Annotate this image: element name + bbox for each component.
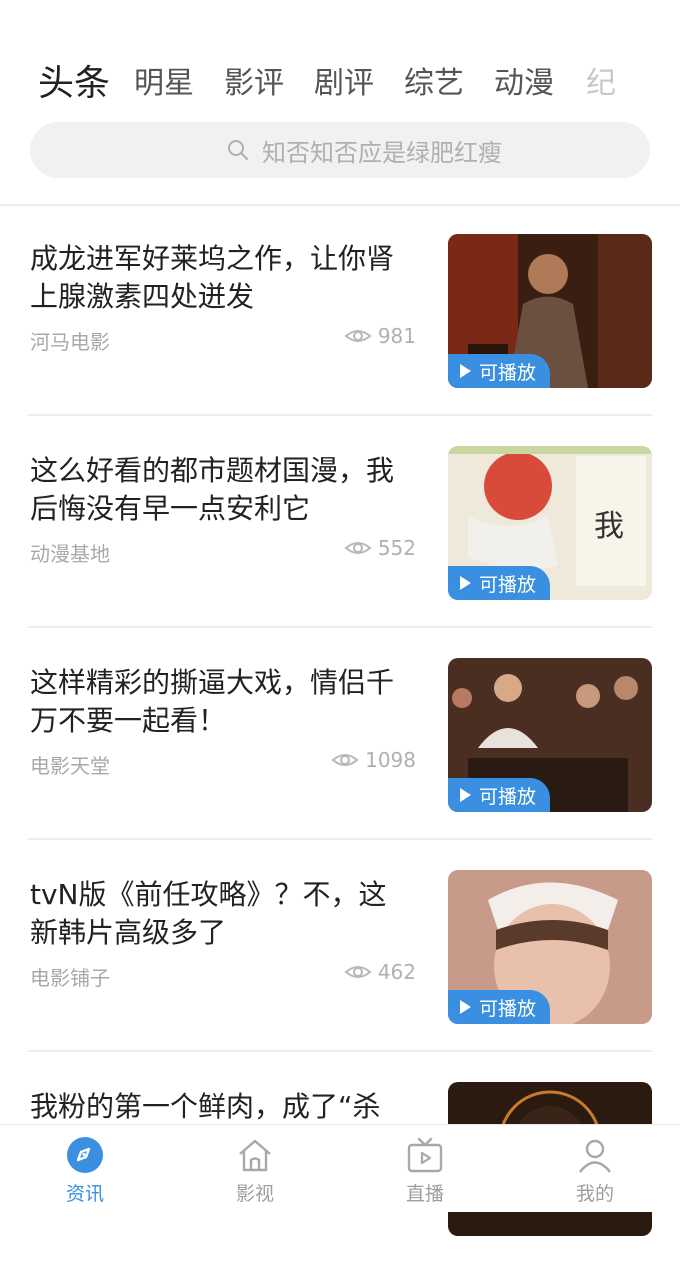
category-tabs: 头条 明星 影评 剧评 综艺 动漫 纪 [0, 58, 680, 114]
play-icon [460, 788, 471, 802]
article-item[interactable]: 这么好看的都市题材国漫，我后悔没有早一点安利它 动漫基地 552 我 可播放 [0, 418, 680, 628]
view-count-value: 462 [377, 960, 416, 984]
playable-badge: 可播放 [448, 990, 551, 1024]
playable-label: 可播放 [479, 573, 537, 596]
view-count: 552 [344, 536, 416, 560]
video-thumbnail[interactable]: 我 可播放 [448, 446, 652, 600]
nav-label: 影视 [235, 1183, 274, 1205]
nav-live[interactable]: 直播 [340, 1125, 510, 1212]
nav-label: 直播 [405, 1183, 444, 1205]
play-icon [460, 364, 471, 378]
tab-headlines[interactable]: 头条 [38, 58, 110, 110]
bottom-nav: 资讯 影视 直播 我的 [0, 1124, 680, 1212]
article-title: 成龙进军好莱坞之作，让你肾上腺激素四处迸发 [30, 242, 395, 313]
article-title: 这样精彩的撕逼大戏，情侣千万不要一起看！ [30, 666, 395, 737]
article-item[interactable]: 成龙进军好莱坞之作，让你肾上腺激素四处迸发 河马电影 981 可播放 [0, 206, 680, 416]
eye-icon [331, 754, 359, 766]
divider [28, 838, 652, 840]
tab-drama-reviews[interactable]: 剧评 [314, 58, 374, 110]
article-item[interactable]: 这样精彩的撕逼大戏，情侣千万不要一起看！ 电影天堂 1098 可播放 [0, 630, 680, 840]
svg-text:我: 我 [594, 509, 624, 544]
video-thumbnail[interactable]: 可播放 [448, 870, 652, 1024]
tab-movie-reviews[interactable]: 影评 [224, 58, 284, 110]
eye-icon [344, 966, 372, 978]
eye-icon [344, 330, 372, 342]
article-source: 电影铺子 [30, 966, 110, 990]
video-thumbnail[interactable]: 可播放 [448, 234, 652, 388]
home-icon [239, 1139, 271, 1172]
article-source: 河马电影 [30, 330, 110, 354]
view-count-value: 981 [377, 324, 416, 348]
eye-icon [344, 542, 372, 554]
playable-badge: 可播放 [448, 566, 551, 600]
nav-videos[interactable]: 影视 [170, 1125, 340, 1212]
article-item[interactable]: tvN版《前任攻略》？不，这新韩片高级多了 电影铺子 462 可播放 [0, 842, 680, 1052]
playable-badge: 可播放 [448, 778, 551, 812]
divider [28, 414, 652, 416]
view-count-value: 552 [377, 536, 416, 560]
article-source: 动漫基地 [30, 542, 110, 566]
article-title: 我粉的第一个鲜肉，成了“杀 [30, 1090, 381, 1123]
play-icon [460, 576, 471, 590]
article-title: 这么好看的都市题材国漫，我后悔没有早一点安利它 [30, 454, 395, 525]
playable-label: 可播放 [479, 997, 537, 1020]
nav-me[interactable]: 我的 [510, 1125, 680, 1212]
divider [28, 626, 652, 628]
video-thumbnail[interactable]: 可播放 [448, 658, 652, 812]
view-count: 981 [344, 324, 416, 348]
tab-variety[interactable]: 综艺 [404, 58, 464, 110]
playable-badge: 可播放 [448, 354, 551, 388]
nav-label: 资讯 [65, 1183, 104, 1205]
user-icon [579, 1139, 611, 1173]
view-count: 462 [344, 960, 416, 984]
search-placeholder: 知否知否应是绿肥红瘦 [262, 138, 502, 167]
tab-stars[interactable]: 明星 [134, 58, 194, 110]
playable-label: 可播放 [479, 361, 537, 384]
view-count: 1098 [331, 748, 416, 772]
nav-news[interactable]: 资讯 [0, 1125, 170, 1212]
search-bar[interactable]: 知否知否应是绿肥红瘦 [30, 122, 650, 178]
article-source: 电影天堂 [30, 754, 110, 778]
tab-anime[interactable]: 动漫 [494, 58, 554, 110]
nav-label: 我的 [575, 1183, 614, 1205]
playable-label: 可播放 [479, 785, 537, 808]
divider [28, 1050, 652, 1052]
play-icon [460, 1000, 471, 1014]
news-icon [67, 1137, 103, 1173]
view-count-value: 1098 [365, 748, 416, 772]
tv-icon [407, 1137, 443, 1173]
tab-documentary[interactable]: 纪 [586, 58, 616, 110]
article-title: tvN版《前任攻略》？不，这新韩片高级多了 [30, 878, 387, 949]
search-icon [228, 140, 248, 160]
